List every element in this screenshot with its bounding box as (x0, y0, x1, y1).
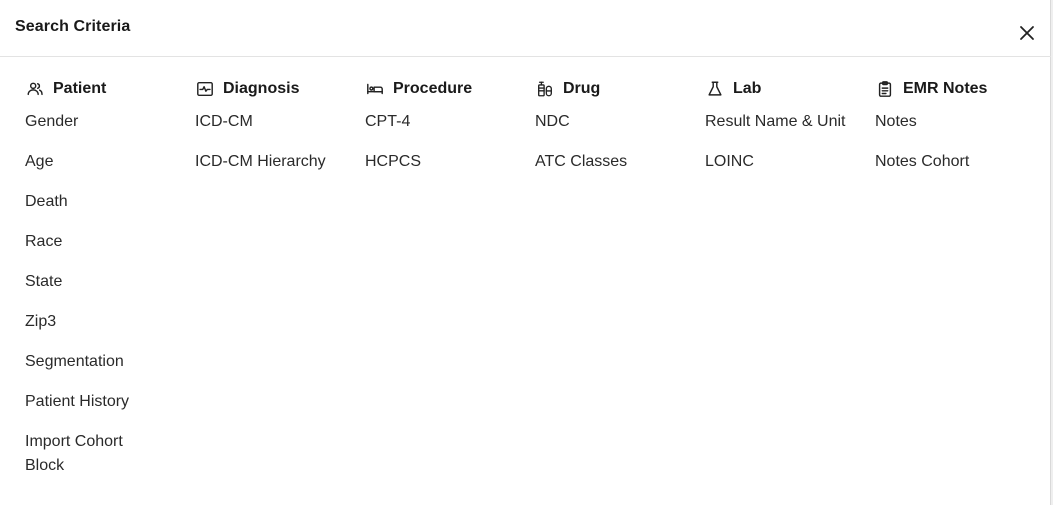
criteria-item-segmentation[interactable]: Segmentation (25, 350, 175, 374)
diagnosis-items: ICD-CM ICD-CM Hierarchy (195, 110, 363, 174)
activity-monitor-icon (195, 79, 215, 99)
column-lab: Lab Result Name & Unit LOINC (705, 78, 873, 190)
criteria-item-icd-cm-hierarchy[interactable]: ICD-CM Hierarchy (195, 150, 345, 174)
column-header-patient: Patient (25, 78, 193, 100)
clipboard-icon (875, 79, 895, 99)
search-criteria-dialog: Search Criteria Patient Gender Age Death… (0, 0, 1051, 505)
criteria-item-hcpcs[interactable]: HCPCS (365, 150, 515, 174)
criteria-item-import-cohort-block[interactable]: Import Cohort Block (25, 430, 145, 478)
criteria-item-gender[interactable]: Gender (25, 110, 175, 134)
criteria-item-loinc[interactable]: LOINC (705, 150, 855, 174)
dialog-title: Search Criteria (15, 18, 131, 35)
criteria-item-atc-classes[interactable]: ATC Classes (535, 150, 685, 174)
column-header-diagnosis: Diagnosis (195, 78, 363, 100)
column-diagnosis: Diagnosis ICD-CM ICD-CM Hierarchy (195, 78, 363, 190)
column-label-emr-notes: EMR Notes (903, 80, 988, 97)
criteria-item-patient-history[interactable]: Patient History (25, 390, 175, 414)
column-label-diagnosis: Diagnosis (223, 80, 300, 97)
column-header-drug: Drug (535, 78, 703, 100)
users-icon (25, 79, 45, 99)
lab-items: Result Name & Unit LOINC (705, 110, 873, 174)
criteria-item-zip3[interactable]: Zip3 (25, 310, 175, 334)
bed-icon (365, 79, 385, 99)
drug-items: NDC ATC Classes (535, 110, 703, 174)
procedure-items: CPT-4 HCPCS (365, 110, 533, 174)
column-header-lab: Lab (705, 78, 873, 100)
close-button[interactable] (1016, 22, 1038, 44)
column-patient: Patient Gender Age Death Race State Zip3… (25, 78, 193, 494)
criteria-item-cpt-4[interactable]: CPT-4 (365, 110, 515, 134)
criteria-item-notes-cohort[interactable]: Notes Cohort (875, 150, 1025, 174)
criteria-item-state[interactable]: State (25, 270, 175, 294)
column-emr-notes: EMR Notes Notes Notes Cohort (875, 78, 1043, 190)
column-header-procedure: Procedure (365, 78, 533, 100)
column-label-drug: Drug (563, 80, 601, 97)
flask-icon (705, 79, 725, 99)
criteria-item-notes[interactable]: Notes (875, 110, 1025, 134)
criteria-item-death[interactable]: Death (25, 190, 175, 214)
criteria-item-race[interactable]: Race (25, 230, 175, 254)
pill-bottle-icon (535, 79, 555, 99)
column-procedure: Procedure CPT-4 HCPCS (365, 78, 533, 190)
criteria-item-icd-cm[interactable]: ICD-CM (195, 110, 345, 134)
column-drug: Drug NDC ATC Classes (535, 78, 703, 190)
criteria-columns: Patient Gender Age Death Race State Zip3… (25, 78, 1045, 498)
column-header-emr-notes: EMR Notes (875, 78, 1043, 100)
column-label-procedure: Procedure (393, 80, 473, 97)
emr-notes-items: Notes Notes Cohort (875, 110, 1043, 174)
column-label-patient: Patient (53, 80, 107, 97)
criteria-item-age[interactable]: Age (25, 150, 175, 174)
patient-items: Gender Age Death Race State Zip3 Segment… (25, 110, 193, 478)
criteria-item-ndc[interactable]: NDC (535, 110, 685, 134)
close-icon (1020, 26, 1034, 40)
criteria-item-result-name-unit[interactable]: Result Name & Unit (705, 110, 870, 134)
column-label-lab: Lab (733, 80, 762, 97)
dialog-header: Search Criteria (0, 0, 1051, 57)
